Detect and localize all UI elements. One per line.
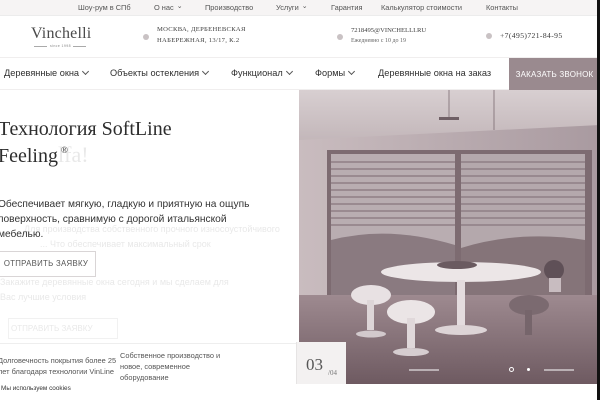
hero-interior-photo [299, 90, 600, 384]
nav-custom-windows[interactable]: Деревянные окна на заказ [378, 68, 491, 78]
top-link-bar: Шоу-рум в СПб О нас Производство Услуги … [0, 0, 600, 16]
hero-description-line-1: Обеспечивает мягкую, гладкую и приятную … [0, 199, 250, 210]
top-link-warranty[interactable]: Гарантия [331, 3, 363, 12]
location-icon [143, 34, 149, 40]
logo-rule-right [73, 46, 86, 47]
top-link-production[interactable]: Производство [205, 3, 253, 12]
slide-total: /04 [328, 369, 337, 377]
slide-counter: 03 /04 [296, 342, 346, 390]
main-navigation: Деревянные окна Объекты остекления Функц… [0, 57, 600, 91]
nav-label: Формы [315, 68, 346, 78]
feature-durability-line-1: Долговечность покрытия более 25 [0, 356, 117, 365]
slide-prev-arrow[interactable] [405, 358, 437, 368]
hero-title-line-2: Feeling ® [0, 145, 68, 168]
top-link-contacts[interactable]: Контакты [486, 3, 518, 12]
address-line-1: МОСКВА, ДЕРБЕНЕВСКАЯ [157, 26, 246, 33]
mail-icon [337, 34, 343, 40]
nav-functionality[interactable]: Функционал [231, 67, 293, 78]
nav-shapes[interactable]: Формы [315, 67, 356, 78]
top-link-calculator[interactable]: Калькулятор стоимости [381, 3, 462, 12]
hero-slider: lfa! Технология SoftLine Feeling ® Для пр… [0, 90, 600, 400]
cookie-text: Мы используем cookies [1, 385, 71, 392]
email-link[interactable]: 7218495@VINCHELLI.RU [351, 27, 426, 34]
hero-description-line-2: поверхность, сравнимую с дорогой итальян… [0, 214, 227, 225]
top-link-about[interactable]: О нас [154, 3, 183, 12]
site-header: Vinchelli since 1998 МОСКВА, ДЕРБЕНЕВСКА… [0, 16, 600, 57]
feature-production-line-2: новое, современное [120, 362, 190, 371]
feature-durability-line-2: лет благодаря технологии VinLine [0, 367, 114, 376]
ghost-desc-4: Вас лучшие условия [0, 292, 87, 302]
request-call-button[interactable]: ЗАКАЗАТЬ ЗВОНОК [509, 58, 600, 91]
registered-mark: ® [61, 145, 68, 155]
phone-number[interactable]: +7(495)721-84-95 [500, 31, 563, 40]
feature-production-line-3: оборудование [120, 373, 169, 382]
logo-rule-left [34, 46, 47, 47]
chevron-down-icon [348, 67, 356, 76]
chevron-down-icon [202, 67, 210, 76]
phone-icon [486, 33, 492, 39]
chevron-down-icon [285, 67, 293, 76]
ghost-button: ОТПРАВИТЬ ЗАЯВКУ [8, 318, 118, 339]
nav-glazing-objects[interactable]: Объекты остекления [110, 67, 210, 78]
send-request-button[interactable]: ОТПРАВИТЬ ЗАЯВКУ [0, 251, 96, 277]
logo-tagline: since 1998 [50, 44, 71, 48]
hero-title-line-1: Технология SoftLine [0, 118, 172, 140]
nav-label: Деревянные окна на заказ [378, 68, 492, 78]
nav-label: Деревянные окна [4, 68, 80, 78]
nav-label: Функционал [231, 68, 283, 78]
slider-dot-active[interactable] [509, 367, 514, 372]
work-hours: Ежедневно с 10 до 19 [351, 38, 407, 44]
top-link-showroom[interactable]: Шоу-рум в СПб [78, 3, 131, 12]
ghost-desc-2: ... Что обеспечивает максимальный срок [40, 239, 211, 249]
hero-title-word: Feeling [0, 145, 58, 167]
nav-wooden-windows[interactable]: Деревянные окна [4, 67, 90, 78]
brand-logo[interactable]: Vinchelli [31, 25, 91, 43]
slide-next-arrow[interactable] [543, 358, 575, 368]
nav-label: Объекты остекления [110, 68, 200, 78]
hero-description-line-3: мебелью. [0, 229, 44, 240]
top-link-services[interactable]: Услуги [276, 3, 308, 12]
cookie-notice: Мы используем cookies [0, 384, 600, 400]
address-line-2: НАБЕРЕЖНАЯ, 13/17, К.2 [157, 37, 240, 44]
slide-current: 03 [306, 355, 323, 374]
feature-production-line-1: Собственное производство и [120, 351, 221, 360]
chevron-down-icon [81, 67, 90, 76]
ghost-desc-3: Закажите деревянные окна сегодня и мы сд… [0, 277, 229, 287]
slider-dot[interactable] [527, 368, 530, 371]
feature-strip: Долговечность покрытия более 25 лет благ… [0, 343, 346, 390]
